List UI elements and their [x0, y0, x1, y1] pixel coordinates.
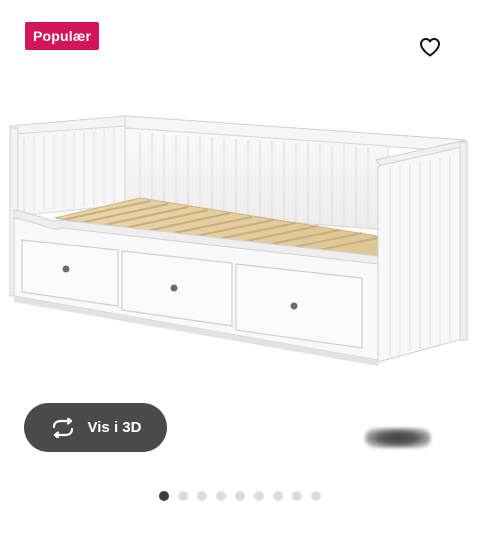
- carousel-dot[interactable]: [273, 491, 283, 501]
- favorite-button[interactable]: [416, 33, 444, 61]
- carousel-dot[interactable]: [197, 491, 207, 501]
- blurred-mark: [365, 428, 431, 448]
- product-image[interactable]: [0, 80, 480, 400]
- carousel-dot[interactable]: [311, 491, 321, 501]
- carousel-dot[interactable]: [216, 491, 226, 501]
- carousel-dot[interactable]: [178, 491, 188, 501]
- carousel-dot[interactable]: [159, 491, 169, 501]
- view-in-3d-button[interactable]: Vis i 3D: [24, 403, 167, 452]
- product-gallery: Populær Vis i 3D: [0, 0, 480, 543]
- carousel-dot[interactable]: [292, 491, 302, 501]
- rotate-arrows-icon: [50, 417, 76, 438]
- carousel-pagination: [0, 491, 480, 503]
- popular-badge: Populær: [25, 22, 100, 50]
- daybed-image: [9, 115, 468, 366]
- view-in-3d-label: Vis i 3D: [87, 419, 142, 436]
- carousel-dot[interactable]: [254, 491, 264, 501]
- heart-icon: [420, 38, 440, 57]
- carousel-dot[interactable]: [235, 491, 245, 501]
